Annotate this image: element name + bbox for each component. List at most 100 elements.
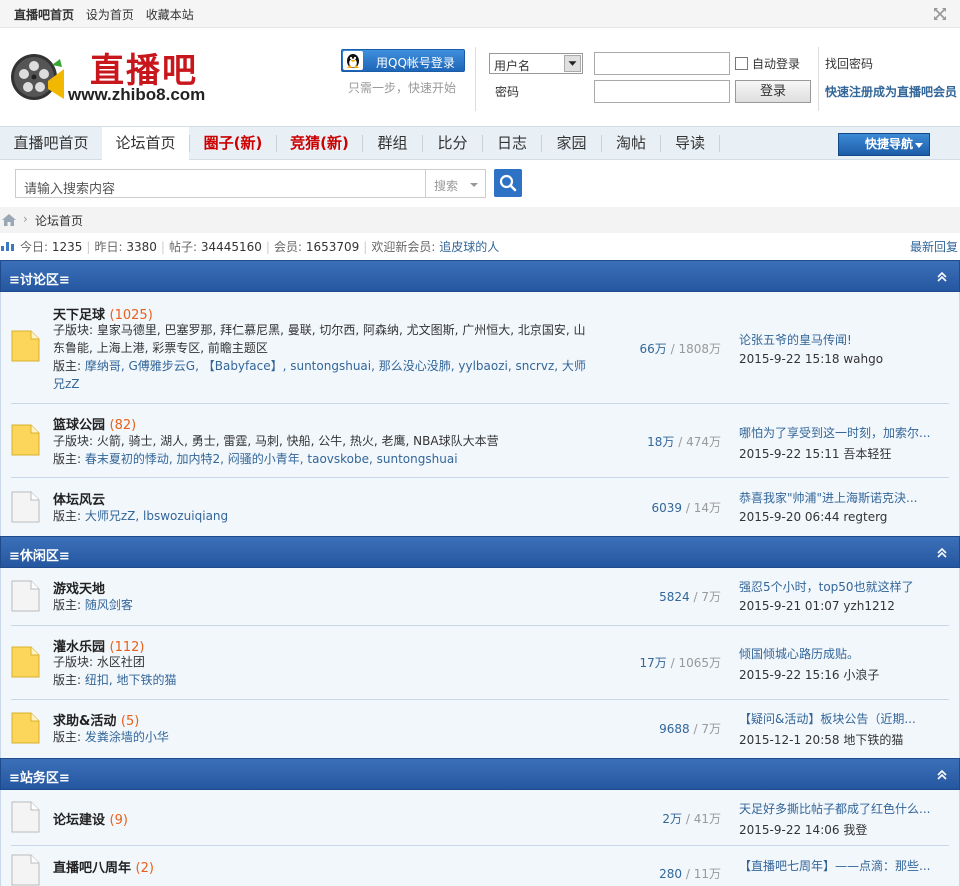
collapse-icon[interactable] (936, 769, 948, 781)
chevron-down-icon (564, 55, 581, 72)
last-post-title[interactable]: 哪怕为了享受到这一时刻，加索尔... (739, 424, 949, 441)
register-link[interactable]: 快速注册成为直播吧会员 (825, 83, 957, 100)
forum-new-posts-icon[interactable] (11, 330, 40, 362)
moderator-links[interactable]: 春末夏初的悸动, 加内特2, 闷骚的小青年, taovskobe, sunton… (85, 452, 458, 466)
collapse-icon[interactable] (936, 271, 948, 283)
quick-nav-button[interactable]: 快捷导航 (838, 133, 930, 156)
top-bar: 直播吧首页 设为首页 收藏本站 (0, 0, 960, 28)
qq-login-button[interactable]: 用QQ帐号登录 (341, 49, 465, 72)
forum-title[interactable]: 体坛风云 (53, 493, 105, 508)
forum-no-new-icon[interactable] (11, 854, 40, 886)
last-post-title[interactable]: 天足好多撕比帖子都成了红色什么... (739, 800, 949, 817)
last-post-title[interactable]: 论张五爷的皇马传闻! (739, 331, 949, 348)
site-logo[interactable]: 直播吧 www.zhibo8.com (6, 39, 226, 109)
forum-title[interactable]: 游戏天地 (53, 582, 105, 597)
qq-login-hint: 只需一步，快速开始 (348, 81, 457, 95)
subforum-list: 子版块: 火箭, 骑士, 湖人, 勇士, 雷霆, 马刺, 快船, 公牛, 热火,… (53, 432, 593, 450)
forum-title[interactable]: 求助&活动 (53, 714, 116, 729)
moderator-links[interactable]: 随风剑客 (85, 598, 133, 612)
last-post-title[interactable]: 恭喜我家"帅浦"进上海斯诺克決... (739, 489, 949, 506)
forum-name[interactable]: 论坛建设 (9) (53, 809, 128, 828)
moderator-label: 版主: (53, 730, 82, 744)
moderator-links[interactable]: 大师兄zZ, lbswozuiqiang (85, 509, 228, 523)
forum-row: 论坛建设 (9) 2万 / 41万 天足好多撕比帖子都成了红色什么... 2015… (0, 790, 960, 846)
search-input[interactable]: 请输入搜索内容 (15, 169, 426, 198)
moderator-list: 版主: 摩纳哥, G傅雅步云G, 【Babyface】, suntongshua… (53, 357, 593, 393)
today-label: 今日: (20, 240, 49, 254)
last-post-title[interactable]: 【疑问&活动】板块公告（近期... (739, 710, 949, 727)
qq-login-label: 用QQ帐号登录 (376, 56, 455, 70)
subforum-links[interactable]: 火箭, 骑士, 湖人, 勇士, 雷霆, 马刺, 快船, 公牛, 热火, 老鹰, … (97, 434, 499, 448)
forum-no-new-icon[interactable] (11, 491, 40, 523)
category-header-leisure: ≡休闲区≡ (0, 536, 960, 568)
top-home-link[interactable]: 直播吧首页 (14, 8, 74, 22)
last-post: 哪怕为了享受到这一时刻，加索尔... 2015-9-22 15:11 吾本轻狂 (739, 424, 949, 462)
forum-title[interactable]: 直播吧八周年 (53, 861, 131, 876)
nav-item-groups[interactable]: 群组 (363, 127, 422, 160)
subforum-links[interactable]: 水区社团 (97, 655, 145, 669)
moderator-label: 版主: (53, 673, 82, 687)
collapse-icon[interactable] (936, 547, 948, 559)
forum-title[interactable]: 论坛建设 (53, 813, 105, 828)
forum-row: 天下足球 (1025) 子版块: 皇家马德里, 巴塞罗那, 拜仁慕尼黑, 曼联,… (0, 292, 960, 404)
forum-today-count: (82) (109, 418, 137, 433)
forum-name[interactable]: 求助&活动 (5) (53, 710, 139, 729)
nav-item-zhibo8-home[interactable]: 直播吧首页 (2, 127, 100, 160)
forum-title[interactable]: 篮球公园 (53, 418, 105, 433)
thread-count: 2万 (662, 812, 683, 826)
search-type-select[interactable]: 搜索 (425, 169, 486, 198)
nav-item-collections[interactable]: 淘帖 (602, 127, 660, 160)
moderator-links[interactable]: 发粪涂墙的小华 (85, 730, 169, 744)
forum-name[interactable]: 篮球公园 (82) (53, 414, 136, 433)
divider (475, 47, 476, 111)
moderator-links[interactable]: 纽扣, 地下铁的猫 (85, 673, 177, 687)
caret-down-icon (470, 183, 478, 187)
last-post-title[interactable]: 强忍5个小时，top50也就这样了 (739, 578, 949, 595)
auto-login-label: 自动登录 (752, 57, 801, 71)
new-member-link[interactable]: 追皮球的人 (439, 240, 499, 254)
find-password-link[interactable]: 找回密码 (825, 55, 873, 72)
password-input[interactable] (594, 80, 730, 103)
nav-item-blog[interactable]: 日志 (483, 127, 541, 160)
forum-new-posts-icon[interactable] (11, 646, 40, 678)
thread-count: 6039 (651, 501, 683, 515)
last-post-title[interactable]: 【直播吧七周年】——点滴：那些... (739, 857, 949, 874)
forum-no-new-icon[interactable] (11, 801, 40, 833)
forum-counts: 66万 / 1808万 (639, 342, 721, 356)
username-input[interactable] (594, 52, 730, 75)
last-post-meta: 2015-9-21 01:07 yzh1212 (739, 599, 895, 613)
search-button[interactable] (494, 169, 522, 197)
last-post-meta: 2015-9-22 14:06 我登 (739, 823, 868, 837)
nav-item-circles[interactable]: 圈子(新) (190, 127, 276, 160)
bookmark-link[interactable]: 收藏本站 (146, 8, 194, 22)
forum-no-new-icon[interactable] (11, 580, 40, 612)
home-icon[interactable] (2, 214, 16, 226)
set-home-link[interactable]: 设为首页 (86, 8, 134, 22)
forum-new-posts-icon[interactable] (11, 712, 40, 744)
nav-item-quiz[interactable]: 竞猜(新) (277, 127, 362, 160)
subforum-links[interactable]: 皇家马德里, 巴塞罗那, 拜仁慕尼黑, 曼联, 切尔西, 阿森纳, 尤文图斯, … (53, 323, 586, 355)
moderator-links[interactable]: 摩纳哥, G傅雅步云G, 【Babyface】, suntongshuai, 那… (53, 359, 586, 391)
breadcrumb: › 论坛首页 (0, 207, 960, 233)
breadcrumb-current[interactable]: 论坛首页 (35, 212, 83, 229)
post-count: 474万 (686, 435, 721, 449)
expand-icon[interactable] (932, 6, 948, 22)
username-type-select[interactable]: 用户名 (489, 53, 583, 74)
nav-item-home[interactable]: 家园 (542, 127, 601, 160)
forum-name[interactable]: 直播吧八周年 (2) (53, 857, 154, 876)
nav-item-forum-home[interactable]: 论坛首页 (102, 127, 189, 161)
checkbox-box[interactable] (735, 57, 748, 70)
login-button[interactable]: 登录 (735, 80, 811, 103)
yesterday-label: 昨日: (94, 240, 123, 254)
last-post-title[interactable]: 倾国倾城心路历成贴。 (739, 645, 949, 662)
forum-new-posts-icon[interactable] (11, 424, 40, 456)
post-count: 1065万 (678, 656, 721, 670)
nav-item-guide[interactable]: 导读 (661, 127, 719, 160)
latest-reply-link[interactable]: 最新回复 (910, 238, 958, 255)
forum-name[interactable]: 游戏天地 (53, 578, 105, 597)
moderator-list: 版主: 纽扣, 地下铁的猫 (53, 671, 593, 689)
nav-item-scores[interactable]: 比分 (423, 127, 482, 160)
forum-row: 直播吧八周年 (2) 280 / 11万 【直播吧七周年】——点滴：那些... (0, 846, 960, 886)
forum-row: 体坛风云 版主: 大师兄zZ, lbswozuiqiang 6039 / 14万… (0, 478, 960, 536)
forum-name[interactable]: 体坛风云 (53, 489, 105, 508)
